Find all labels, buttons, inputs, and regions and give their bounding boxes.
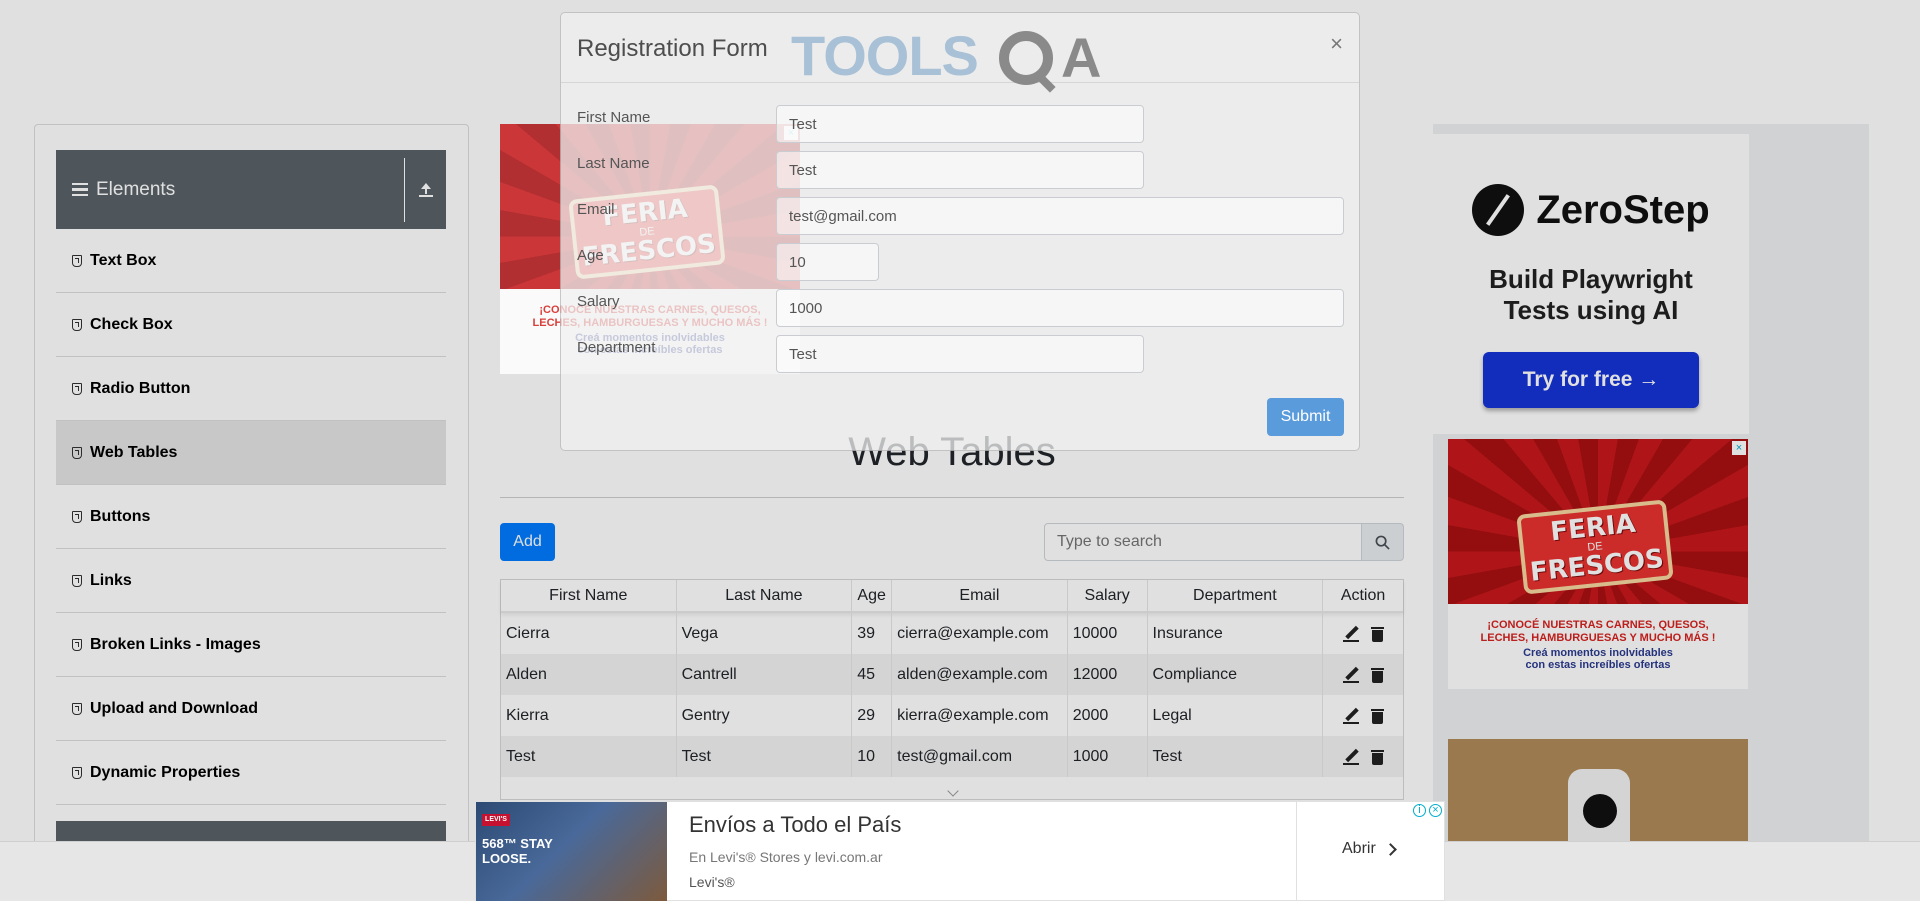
- close-button[interactable]: ×: [1330, 31, 1343, 57]
- first-name-input[interactable]: [776, 105, 1144, 143]
- levis-ad-title: Envíos a Todo el País: [689, 812, 902, 837]
- first-name-label: First Name: [577, 109, 651, 126]
- email-label: Email: [577, 201, 615, 218]
- levis-ad-subtitle: En Levi's® Stores y levi.com.ar: [689, 849, 883, 865]
- last-name-input[interactable]: [776, 151, 1144, 189]
- email-input[interactable]: [776, 197, 1344, 235]
- age-label: Age: [577, 247, 604, 264]
- levis-image-text: 568™ STAY LOOSE.: [482, 836, 553, 866]
- department-input[interactable]: [776, 335, 1144, 373]
- chevron-right-icon: [1383, 842, 1397, 856]
- modal-title: Registration Form: [577, 35, 768, 62]
- adchoices[interactable]: i ×: [1413, 804, 1442, 817]
- age-input[interactable]: [776, 243, 879, 281]
- levis-image-text-2: LOOSE.: [482, 851, 532, 866]
- salary-input[interactable]: [776, 289, 1344, 327]
- levis-open-button[interactable]: Abrir: [1342, 840, 1397, 858]
- submit-button[interactable]: Submit: [1267, 398, 1344, 436]
- registration-modal: Registration Form TOOLS A × First Name L…: [560, 12, 1360, 451]
- levis-ad-brand: Levi's®: [689, 874, 735, 890]
- department-label: Department: [577, 339, 656, 356]
- levis-ad-divider: [1296, 802, 1297, 901]
- levis-image-text-1: 568™ STAY: [482, 836, 553, 851]
- ad-close-icon[interactable]: ×: [1429, 804, 1442, 817]
- toolsqa-logo-text: TOOLS: [791, 24, 979, 87]
- modal-header: Registration Form TOOLS A ×: [561, 13, 1359, 93]
- adchoices-info-icon[interactable]: i: [1413, 804, 1426, 817]
- last-name-label: Last Name: [577, 155, 650, 172]
- levis-ad[interactable]: LEVI'S 568™ STAY LOOSE. Envíos a Todo el…: [475, 801, 1445, 901]
- salary-label: Salary: [577, 293, 620, 310]
- levis-ad-image: LEVI'S 568™ STAY LOOSE.: [476, 802, 667, 901]
- levis-logo: LEVI'S: [482, 814, 510, 826]
- toolsqa-logo: TOOLS A: [791, 17, 1121, 97]
- levis-open-label: Abrir: [1342, 840, 1376, 857]
- toolsqa-logo-suffix: A: [1061, 26, 1102, 89]
